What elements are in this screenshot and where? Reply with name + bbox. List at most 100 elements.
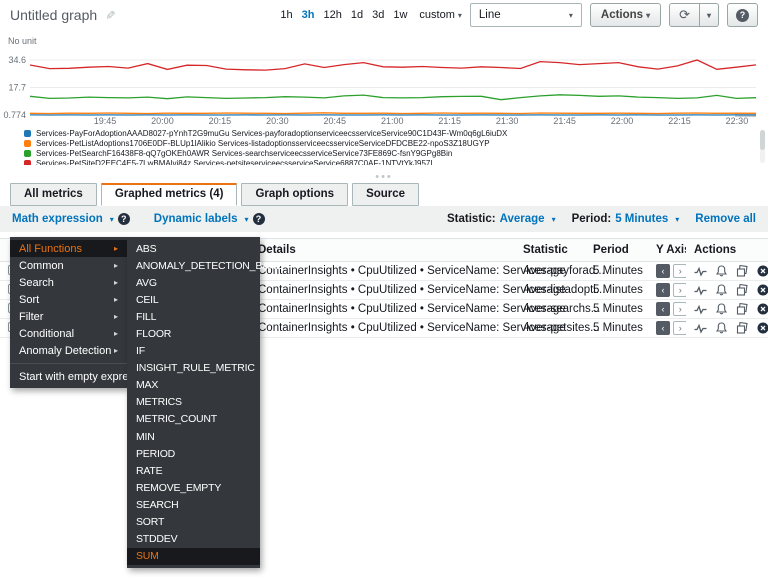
- help-button[interactable]: ?: [727, 3, 758, 27]
- time-range-custom[interactable]: custom▾: [419, 9, 461, 21]
- submenu-item-avg[interactable]: AVG: [127, 274, 260, 291]
- time-range-12h[interactable]: 12h: [323, 9, 341, 21]
- caret-down-icon: ▾: [646, 11, 650, 20]
- remove-metric-icon[interactable]: [757, 284, 768, 296]
- legend-item-2[interactable]: Services-PetSearchF16438F8-qQ7gOKEh0AWR …: [24, 148, 744, 158]
- submenu-item-metrics[interactable]: METRICS: [127, 394, 260, 411]
- graphed-metrics-toolbar: Math expression ▾ ? Dynamic labels ▾ ? S…: [0, 206, 768, 232]
- edit-title-icon[interactable]: ✎: [103, 10, 117, 20]
- time-range-1w[interactable]: 1w: [393, 9, 407, 21]
- graph-metric-icon[interactable]: [694, 323, 707, 334]
- submenu-item-rate[interactable]: RATE: [127, 462, 260, 479]
- duplicate-icon[interactable]: [736, 322, 748, 334]
- math-expression-dropdown[interactable]: Math expression: [12, 213, 103, 225]
- submenu-arrow-icon: ▸: [114, 329, 118, 338]
- x-tick-label: 21:15: [438, 116, 461, 126]
- time-range-1h[interactable]: 1h: [280, 9, 292, 21]
- tab-source[interactable]: Source: [352, 183, 419, 206]
- legend-scrollbar[interactable]: [760, 130, 765, 163]
- create-alarm-icon[interactable]: [716, 284, 727, 296]
- submenu-item-abs[interactable]: ABS: [127, 240, 260, 257]
- menu-item-label: Search: [19, 277, 54, 289]
- statistic-select[interactable]: Average: [500, 213, 545, 225]
- dynamic-labels-control: Dynamic labels ▾ ?: [154, 213, 265, 225]
- menu-item-common[interactable]: Common▸: [10, 257, 127, 274]
- y-axis-right-button[interactable]: ›: [673, 302, 686, 316]
- duplicate-icon[interactable]: [736, 284, 748, 296]
- row-details: ContainerInsights • CpuUtilized • Servic…: [250, 265, 515, 277]
- metrics-chart[interactable]: 34.617.70.774No unit19:4520:0020:1520:30…: [0, 34, 768, 128]
- y-axis-left-button[interactable]: ‹: [656, 264, 670, 278]
- submenu-item-stddev[interactable]: STDDEV: [127, 531, 260, 548]
- submenu-item-insight_rule_metric[interactable]: INSIGHT_RULE_METRIC: [127, 360, 260, 377]
- menu-item-anomaly-detection[interactable]: Anomaly Detection▸: [10, 342, 127, 359]
- graph-metric-icon[interactable]: [694, 266, 707, 277]
- remove-metric-icon[interactable]: [757, 265, 768, 277]
- remove-metric-icon[interactable]: [757, 322, 768, 334]
- legend-item-1[interactable]: Services-PetListAdoptions1706E0DF-BLUp1l…: [24, 138, 744, 148]
- legend-item-3[interactable]: Services-PetSiteD2EEC4E5-7LwBMAlvj84z Se…: [24, 158, 744, 165]
- submenu-item-floor[interactable]: FLOOR: [127, 325, 260, 342]
- row-details: ContainerInsights • CpuUtilized • Servic…: [250, 303, 515, 315]
- submenu-item-metric_count[interactable]: METRIC_COUNT: [127, 411, 260, 428]
- y-axis-left-button[interactable]: ‹: [656, 302, 670, 316]
- refresh-options-button[interactable]: ▾: [700, 3, 719, 27]
- create-alarm-icon[interactable]: [716, 322, 727, 334]
- caret-down-icon: ▾: [707, 11, 711, 20]
- menu-item-filter[interactable]: Filter▸: [10, 308, 127, 325]
- header-controls: 1h3h12h1d3d1w custom▾ Line ▾ Actions▾ ⟳ …: [280, 3, 758, 27]
- time-range-3d[interactable]: 3d: [372, 9, 384, 21]
- menu-item-all-functions[interactable]: All Functions▸: [10, 240, 127, 257]
- time-range-1d[interactable]: 1d: [351, 9, 363, 21]
- panel-resize-handle[interactable]: •••: [0, 172, 768, 182]
- menu-item-search[interactable]: Search▸: [10, 274, 127, 291]
- row-actions: [686, 265, 768, 277]
- remove-all-button[interactable]: Remove all: [695, 213, 756, 225]
- tab-graphed-metrics-4[interactable]: Graphed metrics (4): [101, 183, 238, 206]
- submenu-arrow-icon: ▸: [114, 312, 118, 321]
- duplicate-icon[interactable]: [736, 303, 748, 315]
- remove-metric-icon[interactable]: [757, 303, 768, 315]
- series-line-3[interactable]: [30, 60, 756, 70]
- duplicate-icon[interactable]: [736, 265, 748, 277]
- time-range-3h[interactable]: 3h: [302, 9, 315, 21]
- actions-button[interactable]: Actions▾: [590, 3, 661, 27]
- submenu-item-max[interactable]: MAX: [127, 377, 260, 394]
- chart-type-select[interactable]: Line ▾: [470, 3, 582, 27]
- submenu-item-period[interactable]: PERIOD: [127, 445, 260, 462]
- menu-item-start-with-empty-expression[interactable]: Start with empty expression: [10, 368, 127, 385]
- submenu-item-ceil[interactable]: CEIL: [127, 291, 260, 308]
- series-line-2[interactable]: [30, 95, 756, 100]
- graph-metric-icon[interactable]: [694, 304, 707, 315]
- math-expression-help-icon[interactable]: ?: [118, 213, 130, 225]
- dynamic-labels-dropdown[interactable]: Dynamic labels: [154, 213, 238, 225]
- submenu-item-search[interactable]: SEARCH: [127, 496, 260, 513]
- series-line-1[interactable]: [30, 113, 756, 114]
- submenu-item-anomaly_detection_band[interactable]: ANOMALY_DETECTION_BAND: [127, 257, 260, 274]
- refresh-icon: ⟳: [679, 7, 690, 23]
- dynamic-labels-help-icon[interactable]: ?: [253, 213, 265, 225]
- y-tick-label: 17.7: [8, 82, 26, 92]
- y-axis-left-button[interactable]: ‹: [656, 321, 670, 335]
- legend-item-0[interactable]: Services-PayForAdoptionAAAD8027-pYnhT2G9…: [24, 128, 744, 138]
- menu-item-sort[interactable]: Sort▸: [10, 291, 127, 308]
- submenu-item-sort[interactable]: SORT: [127, 514, 260, 531]
- submenu-item-fill[interactable]: FILL: [127, 308, 260, 325]
- y-axis-left-button[interactable]: ‹: [656, 283, 670, 297]
- graph-metric-icon[interactable]: [694, 285, 707, 296]
- y-axis-right-button[interactable]: ›: [673, 283, 686, 297]
- submenu-item-sum[interactable]: SUM: [127, 548, 260, 565]
- submenu-item-remove_empty[interactable]: REMOVE_EMPTY: [127, 479, 260, 496]
- submenu-item-if[interactable]: IF: [127, 343, 260, 360]
- y-axis-right-button[interactable]: ›: [673, 264, 686, 278]
- create-alarm-icon[interactable]: [716, 265, 727, 277]
- row-period: 5 Minutes: [585, 303, 648, 315]
- tab-all-metrics[interactable]: All metrics: [10, 183, 97, 206]
- refresh-button[interactable]: ⟳: [669, 3, 700, 27]
- menu-item-conditional[interactable]: Conditional▸: [10, 325, 127, 342]
- create-alarm-icon[interactable]: [716, 303, 727, 315]
- period-select[interactable]: 5 Minutes: [615, 213, 668, 225]
- tab-graph-options[interactable]: Graph options: [241, 183, 348, 206]
- submenu-item-min[interactable]: MIN: [127, 428, 260, 445]
- y-axis-right-button[interactable]: ›: [673, 321, 686, 335]
